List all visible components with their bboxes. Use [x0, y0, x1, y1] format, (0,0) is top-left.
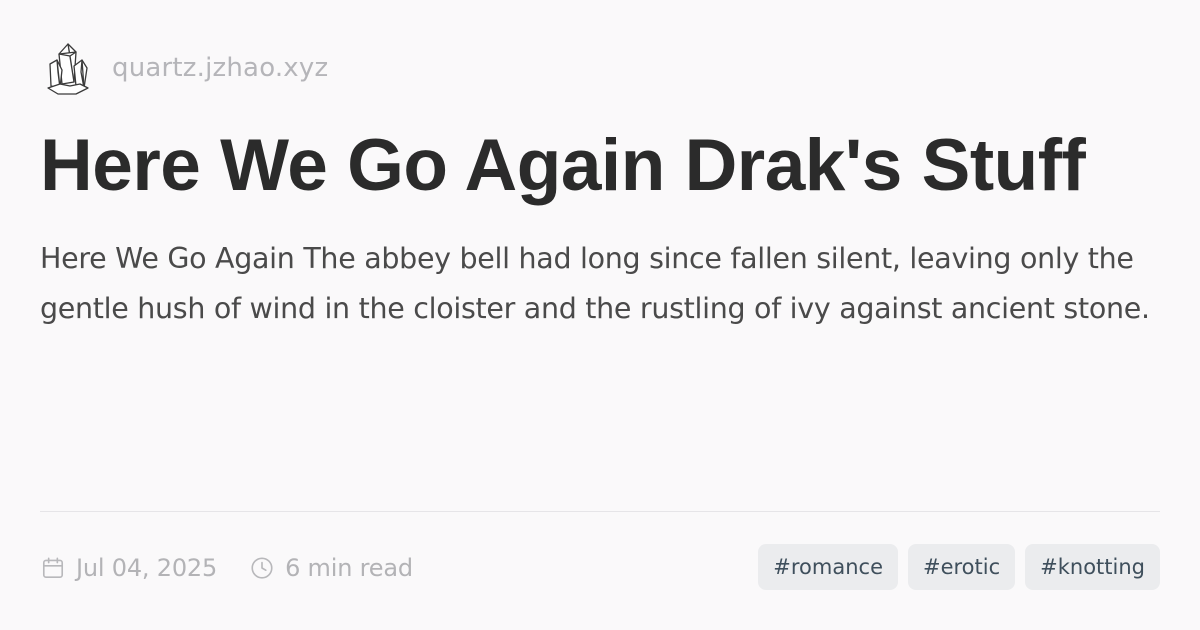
og-card: quartz.jzhao.xyz Here We Go Again Drak's…: [0, 0, 1200, 630]
tag-knotting[interactable]: #knotting: [1025, 544, 1160, 590]
divider: [40, 511, 1160, 512]
publish-date: Jul 04, 2025: [76, 554, 218, 582]
page-title: Here We Go Again Drak's Stuff: [40, 125, 1086, 206]
reading-time: 6 min read: [285, 554, 413, 582]
page-description: Here We Go Again The abbey bell had long…: [40, 242, 1150, 325]
page-meta: Jul 04, 2025 6 min read: [40, 546, 445, 590]
calendar-icon: [42, 557, 64, 579]
tag-romance[interactable]: #romance: [758, 544, 898, 590]
crystal-cluster-icon: [47, 43, 89, 95]
tag-list: #romance #erotic #knotting: [748, 544, 1160, 590]
site-header: quartz.jzhao.xyz: [46, 40, 328, 96]
date-item: Jul 04, 2025: [40, 555, 217, 581]
clock-icon: [251, 557, 273, 579]
site-name[interactable]: quartz.jzhao.xyz: [112, 55, 328, 81]
tag-erotic[interactable]: #erotic: [907, 544, 1016, 590]
reading-time-item: 6 min read: [249, 555, 413, 581]
